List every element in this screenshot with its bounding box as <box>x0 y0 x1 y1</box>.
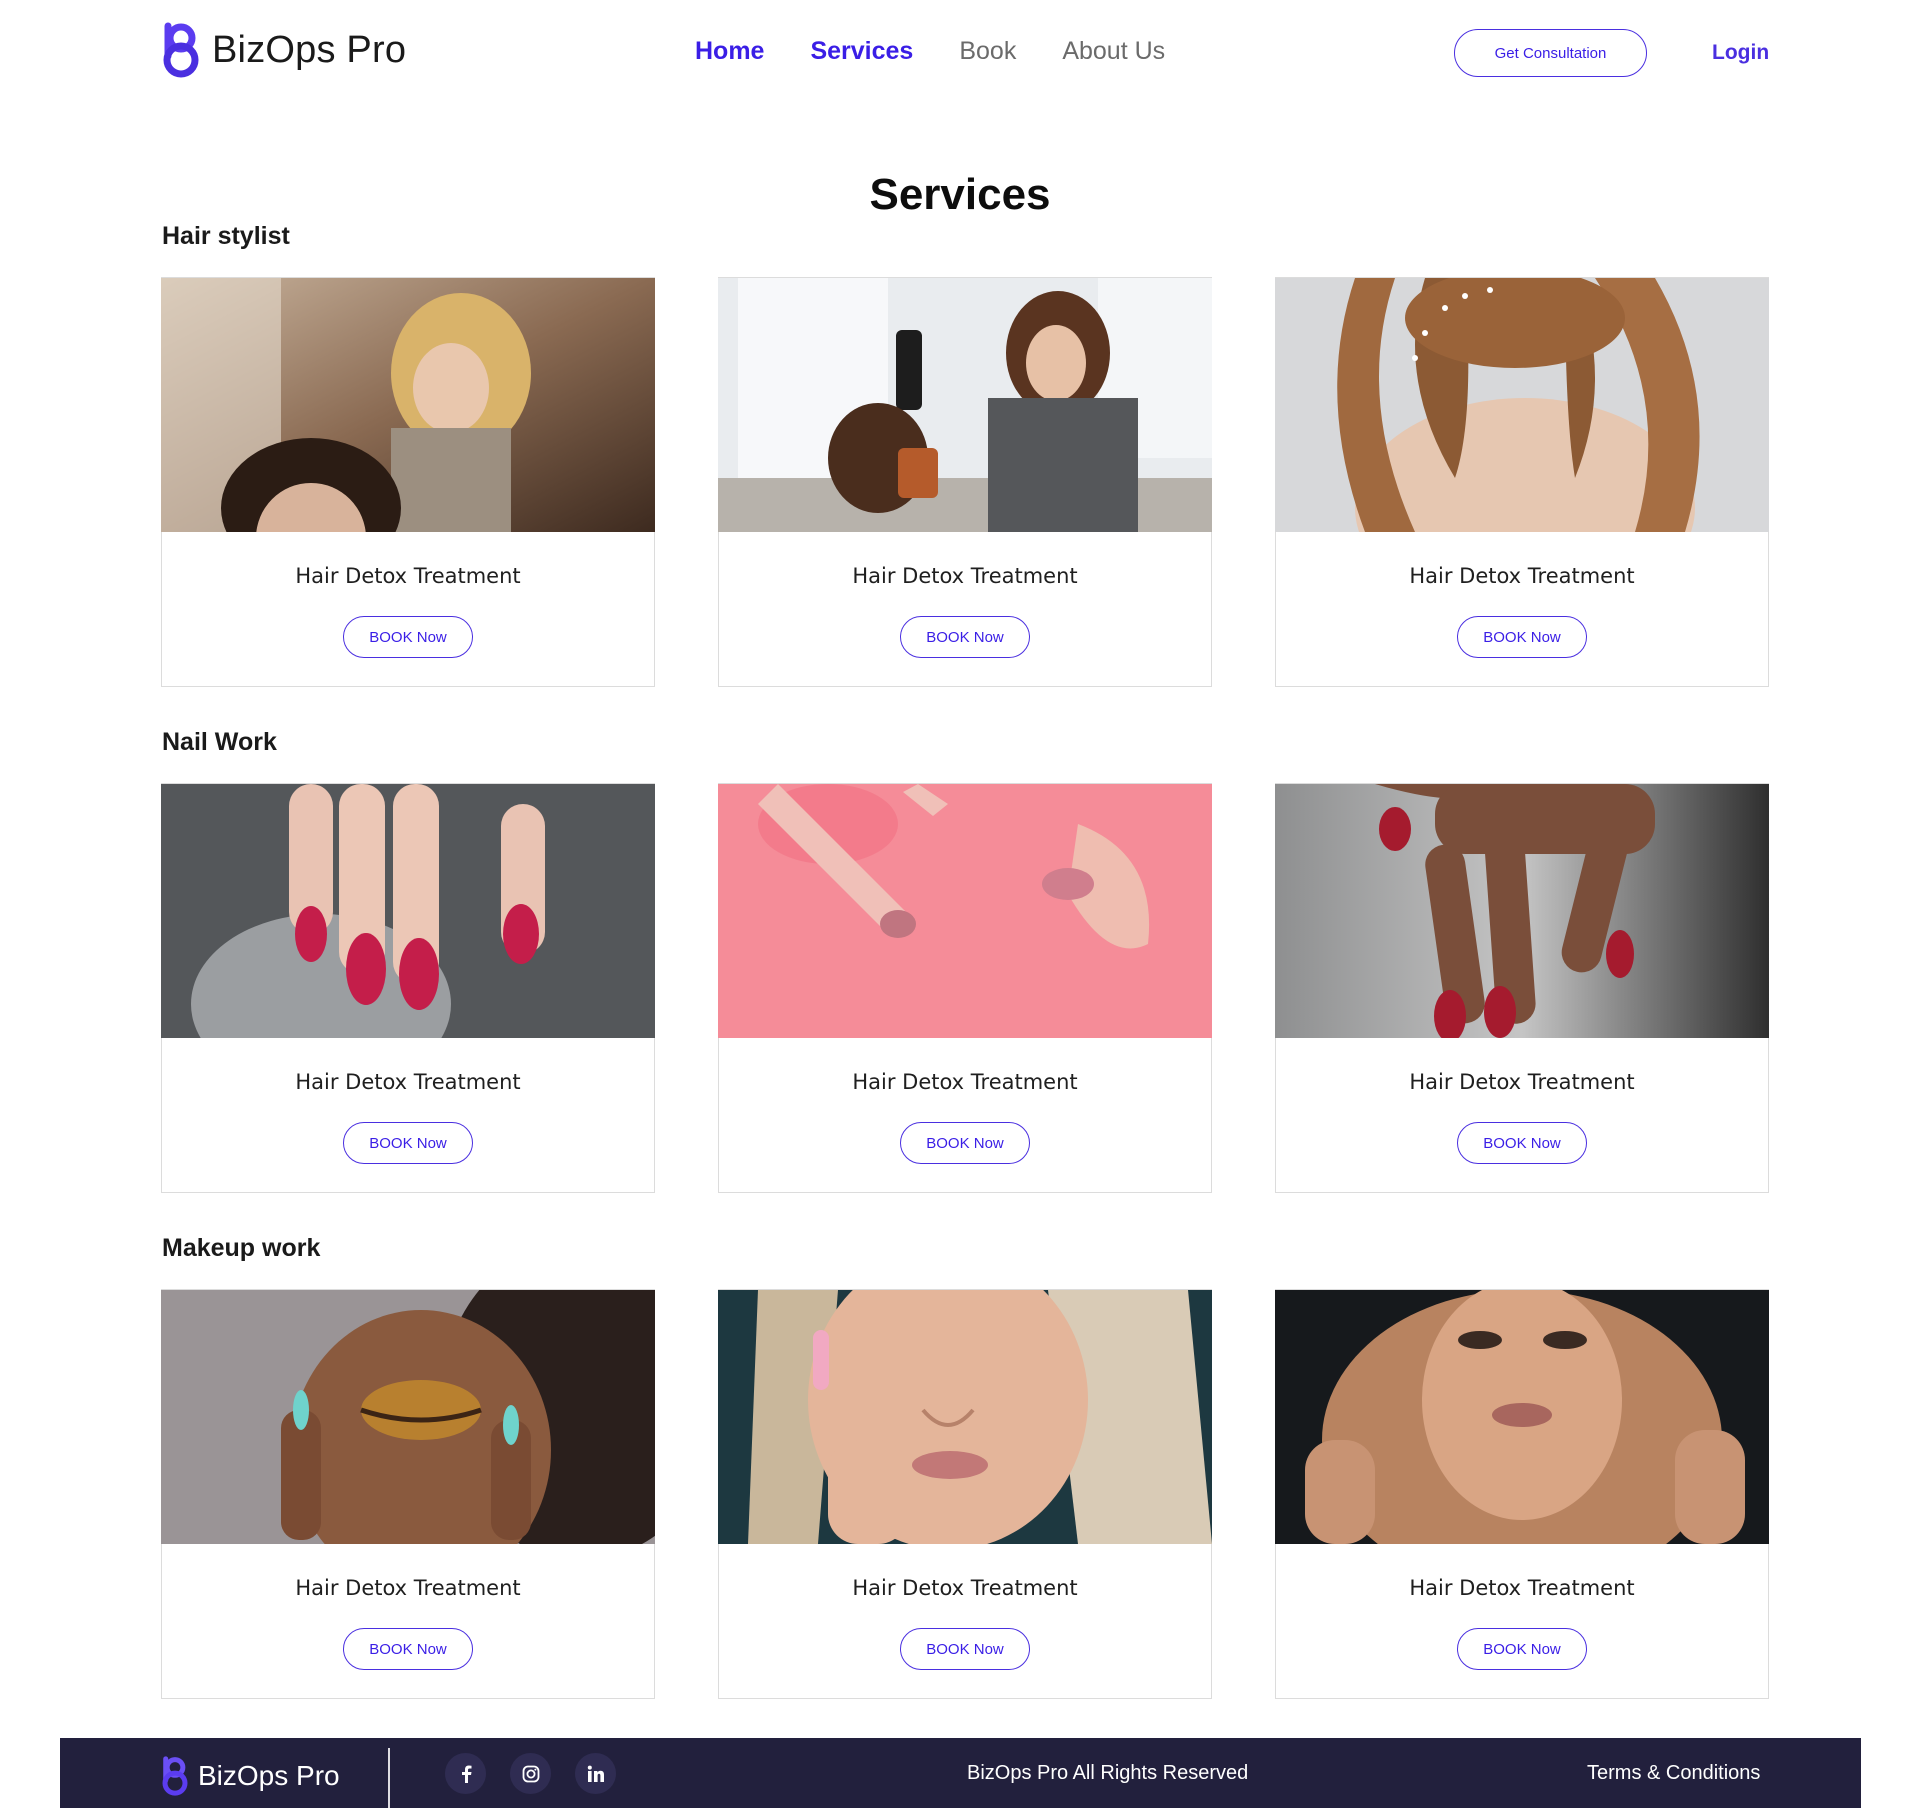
makeup-work-cards: Hair Detox Treatment BOOK Now Hair Detox… <box>161 1289 1769 1699</box>
service-card: Hair Detox Treatment BOOK Now <box>161 783 655 1193</box>
service-title: Hair Detox Treatment <box>1409 1576 1635 1600</box>
book-now-button[interactable]: BOOK Now <box>900 616 1030 658</box>
service-title: Hair Detox Treatment <box>852 564 1078 588</box>
section-title-hair-stylist: Hair stylist <box>162 222 290 250</box>
brand-logo[interactable]: BizOps Pro <box>160 22 406 78</box>
copyright-text: BizOps Pro All Rights Reserved <box>967 1762 1249 1784</box>
login-link[interactable]: Login <box>1712 41 1769 65</box>
nav-book[interactable]: Book <box>959 37 1016 66</box>
red-nails-hand-photo <box>1275 784 1769 1038</box>
service-card: Hair Detox Treatment BOOK Now <box>161 1289 655 1699</box>
service-card: Hair Detox Treatment BOOK Now <box>1275 277 1769 687</box>
stylist-curling-hair-photo <box>161 278 655 532</box>
service-card: Hair Detox Treatment BOOK Now <box>718 1289 1212 1699</box>
service-title: Hair Detox Treatment <box>852 1576 1078 1600</box>
nail-work-cards: Hair Detox Treatment BOOK Now Hair Detox… <box>161 783 1769 1193</box>
footer-brand-name: BizOps Pro <box>198 1760 340 1791</box>
linkedin-icon[interactable] <box>575 1753 616 1794</box>
book-now-button[interactable]: BOOK Now <box>1457 1628 1587 1670</box>
pink-nails-photo <box>718 784 1212 1038</box>
instagram-icon[interactable] <box>510 1753 551 1794</box>
gold-eye-makeup-photo <box>161 1290 655 1544</box>
service-card: Hair Detox Treatment BOOK Now <box>1275 1289 1769 1699</box>
footer-divider <box>388 1748 390 1808</box>
service-title: Hair Detox Treatment <box>295 1576 521 1600</box>
book-now-button[interactable]: BOOK Now <box>900 1122 1030 1164</box>
service-title: Hair Detox Treatment <box>295 564 521 588</box>
service-title: Hair Detox Treatment <box>1409 564 1635 588</box>
site-header: BizOps Pro Home Services Book About Us G… <box>0 0 1920 110</box>
logo-icon <box>162 1756 188 1796</box>
service-title: Hair Detox Treatment <box>295 1070 521 1094</box>
page-title: Services <box>869 170 1051 219</box>
wavy-hair-accessory-photo <box>1275 278 1769 532</box>
hair-stylist-cards: Hair Detox Treatment BOOK Now Hair Detox… <box>161 277 1769 687</box>
footer-brand-logo[interactable]: BizOps Pro <box>160 1756 340 1796</box>
service-title: Hair Detox Treatment <box>852 1070 1078 1094</box>
facebook-icon[interactable] <box>445 1753 486 1794</box>
stylist-blow-drying-photo <box>718 278 1212 532</box>
service-card: Hair Detox Treatment BOOK Now <box>718 783 1212 1193</box>
service-card: Hair Detox Treatment BOOK Now <box>161 277 655 687</box>
nav-home[interactable]: Home <box>695 37 764 66</box>
blonde-makeup-photo <box>718 1290 1212 1544</box>
book-now-button[interactable]: BOOK Now <box>1457 1122 1587 1164</box>
site-footer: BizOps Pro BizOps Pro All Rights Reserve… <box>60 1738 1861 1808</box>
book-now-button[interactable]: BOOK Now <box>343 1628 473 1670</box>
service-card: Hair Detox Treatment BOOK Now <box>718 277 1212 687</box>
smokey-eye-makeup-photo <box>1275 1290 1769 1544</box>
book-now-button[interactable]: BOOK Now <box>900 1628 1030 1670</box>
main-nav: Home Services Book About Us <box>695 37 1211 66</box>
nav-services[interactable]: Services <box>810 37 913 66</box>
section-title-makeup-work: Makeup work <box>162 1234 321 1262</box>
logo-icon <box>163 22 199 78</box>
service-title: Hair Detox Treatment <box>1409 1070 1635 1094</box>
section-title-nail-work: Nail Work <box>162 728 277 756</box>
book-now-button[interactable]: BOOK Now <box>343 1122 473 1164</box>
book-now-button[interactable]: BOOK Now <box>1457 616 1587 658</box>
social-links <box>445 1753 616 1794</box>
brand-name: BizOps Pro <box>212 28 407 71</box>
terms-link[interactable]: Terms & Conditions <box>1587 1762 1760 1785</box>
nav-about-us[interactable]: About Us <box>1062 37 1165 66</box>
service-card: Hair Detox Treatment BOOK Now <box>1275 783 1769 1193</box>
get-consultation-button[interactable]: Get Consultation <box>1454 29 1647 77</box>
red-love-nails-photo <box>161 784 655 1038</box>
book-now-button[interactable]: BOOK Now <box>343 616 473 658</box>
